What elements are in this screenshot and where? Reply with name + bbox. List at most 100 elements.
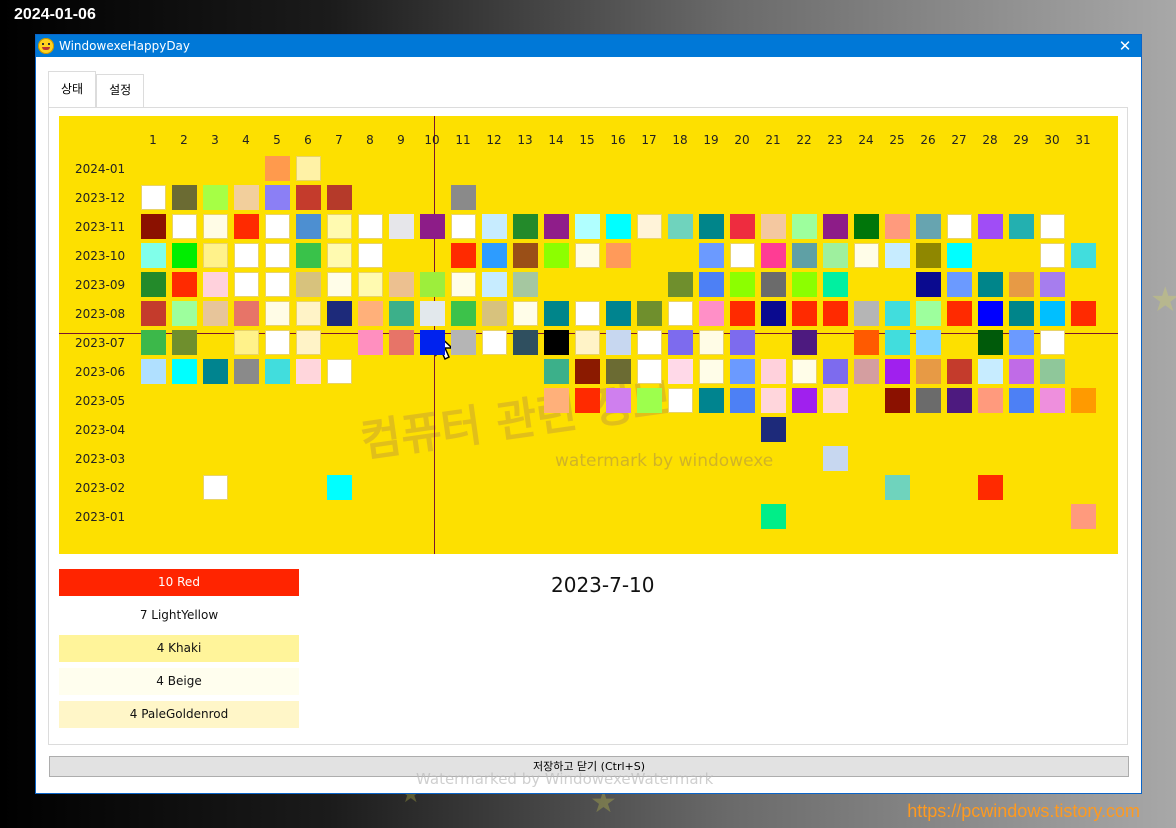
day-cell[interactable] [792, 214, 817, 239]
day-cell[interactable] [1040, 330, 1065, 355]
day-cell[interactable] [947, 388, 972, 413]
day-cell[interactable] [234, 301, 259, 326]
day-cell[interactable] [265, 185, 290, 210]
day-cell[interactable] [234, 243, 259, 268]
day-cell[interactable] [544, 359, 569, 384]
day-cell[interactable] [637, 330, 662, 355]
day-cell[interactable] [885, 475, 910, 500]
day-cell[interactable] [1009, 272, 1034, 297]
tab-status[interactable]: 상태 [48, 71, 97, 108]
day-cell[interactable] [854, 243, 879, 268]
day-cell[interactable] [947, 272, 972, 297]
day-cell[interactable] [234, 359, 259, 384]
day-cell[interactable] [296, 272, 321, 297]
day-cell[interactable] [854, 359, 879, 384]
day-cell[interactable] [823, 243, 848, 268]
day-cell[interactable] [823, 359, 848, 384]
title-bar[interactable]: WindowexeHappyDay ✕ [36, 35, 1141, 57]
day-cell[interactable] [978, 272, 1003, 297]
day-cell[interactable] [141, 301, 166, 326]
day-cell[interactable] [141, 185, 166, 210]
day-cell[interactable] [761, 243, 786, 268]
day-cell[interactable] [327, 185, 352, 210]
day-cell[interactable] [482, 243, 507, 268]
day-cell[interactable] [420, 301, 445, 326]
day-cell[interactable] [823, 446, 848, 471]
day-cell[interactable] [792, 359, 817, 384]
day-cell[interactable] [978, 388, 1003, 413]
day-cell[interactable] [575, 359, 600, 384]
day-cell[interactable] [1040, 214, 1065, 239]
day-cell[interactable] [296, 330, 321, 355]
day-cell[interactable] [668, 359, 693, 384]
day-cell[interactable] [978, 301, 1003, 326]
day-cell[interactable] [947, 359, 972, 384]
day-cell[interactable] [575, 214, 600, 239]
day-cell[interactable] [1071, 243, 1096, 268]
day-cell[interactable] [234, 214, 259, 239]
day-cell[interactable] [203, 359, 228, 384]
day-cell[interactable] [420, 214, 445, 239]
day-cell[interactable] [823, 272, 848, 297]
day-cell[interactable] [389, 272, 414, 297]
day-cell[interactable] [265, 156, 290, 181]
day-cell[interactable] [203, 185, 228, 210]
day-cell[interactable] [947, 301, 972, 326]
day-cell[interactable] [141, 243, 166, 268]
day-cell[interactable] [544, 388, 569, 413]
day-cell[interactable] [978, 214, 1003, 239]
day-cell[interactable] [916, 301, 941, 326]
day-cell[interactable] [203, 243, 228, 268]
day-cell[interactable] [1009, 388, 1034, 413]
day-cell[interactable] [544, 330, 569, 355]
day-cell[interactable] [265, 359, 290, 384]
day-cell[interactable] [451, 214, 476, 239]
day-cell[interactable] [265, 272, 290, 297]
day-cell[interactable] [1040, 301, 1065, 326]
day-cell[interactable] [482, 330, 507, 355]
day-cell[interactable] [544, 243, 569, 268]
day-cell[interactable] [358, 301, 383, 326]
day-cell[interactable] [358, 243, 383, 268]
day-cell[interactable] [203, 475, 228, 500]
tab-settings[interactable]: 설정 [96, 74, 145, 108]
day-cell[interactable] [699, 359, 724, 384]
day-cell[interactable] [668, 214, 693, 239]
day-cell[interactable] [327, 301, 352, 326]
day-cell[interactable] [513, 301, 538, 326]
day-cell[interactable] [761, 272, 786, 297]
day-cell[interactable] [823, 301, 848, 326]
day-cell[interactable] [513, 330, 538, 355]
day-cell[interactable] [265, 330, 290, 355]
day-cell[interactable] [606, 214, 631, 239]
day-cell[interactable] [141, 272, 166, 297]
day-cell[interactable] [141, 330, 166, 355]
day-cell[interactable] [730, 301, 755, 326]
day-cell[interactable] [451, 185, 476, 210]
day-cell[interactable] [761, 214, 786, 239]
day-cell[interactable] [730, 214, 755, 239]
day-cell[interactable] [699, 214, 724, 239]
day-cell[interactable] [234, 272, 259, 297]
day-cell[interactable] [978, 475, 1003, 500]
day-cell[interactable] [296, 185, 321, 210]
day-cell[interactable] [296, 243, 321, 268]
day-cell[interactable] [451, 272, 476, 297]
day-cell[interactable] [1040, 388, 1065, 413]
day-cell[interactable] [327, 359, 352, 384]
day-cell[interactable] [575, 301, 600, 326]
day-cell[interactable] [792, 388, 817, 413]
day-cell[interactable] [606, 243, 631, 268]
day-cell[interactable] [885, 301, 910, 326]
day-cell[interactable] [327, 272, 352, 297]
day-cell[interactable] [854, 330, 879, 355]
day-cell[interactable] [668, 330, 693, 355]
calendar-heatmap[interactable]: 컴퓨터 관련 정보 watermark by windowexe 1234567… [59, 116, 1118, 554]
day-cell[interactable] [885, 214, 910, 239]
day-cell[interactable] [296, 156, 321, 181]
day-cell[interactable] [1009, 359, 1034, 384]
day-cell[interactable] [1009, 301, 1034, 326]
day-cell[interactable] [358, 272, 383, 297]
day-cell[interactable] [420, 330, 445, 355]
day-cell[interactable] [575, 243, 600, 268]
